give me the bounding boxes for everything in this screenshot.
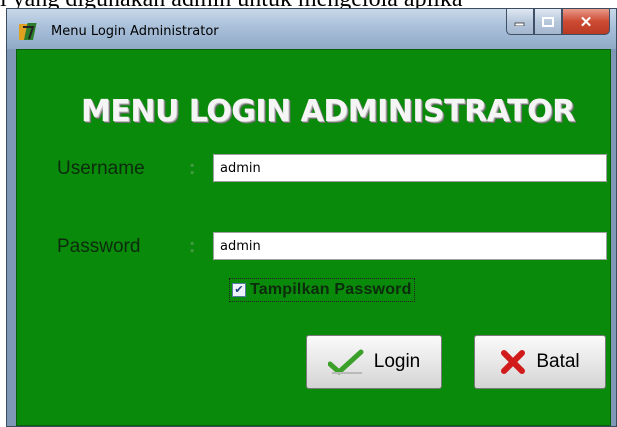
password-input[interactable] bbox=[213, 232, 607, 260]
show-password-label: Tampilkan Password bbox=[250, 281, 412, 298]
close-button[interactable]: ✕ bbox=[562, 9, 610, 35]
cancel-button[interactable]: Batal bbox=[474, 335, 606, 389]
login-button[interactable]: Login bbox=[306, 335, 442, 389]
checkbox-check-icon: ✔ bbox=[232, 283, 246, 297]
title-bar[interactable]: Menu Login Administrator ✕ bbox=[7, 9, 616, 49]
login-button-label: Login bbox=[373, 351, 421, 372]
x-icon bbox=[501, 350, 526, 374]
cancel-button-label: Batal bbox=[536, 351, 580, 372]
maximize-button[interactable] bbox=[534, 9, 562, 35]
form-heading: MENU LOGIN ADMINISTRATOR bbox=[81, 94, 575, 129]
minimize-button[interactable] bbox=[506, 9, 534, 35]
window-title: Menu Login Administrator bbox=[51, 24, 219, 39]
password-colon: : bbox=[189, 236, 196, 257]
show-password-checkbox[interactable]: ✔ Tampilkan Password bbox=[229, 278, 415, 302]
checkmark-icon bbox=[327, 349, 364, 375]
username-label: Username bbox=[57, 158, 145, 179]
maximize-icon bbox=[542, 16, 554, 27]
close-icon: ✕ bbox=[579, 13, 593, 31]
login-form: MENU LOGIN ADMINISTRATOR Username : Pass… bbox=[16, 49, 611, 426]
login-window: Menu Login Administrator ✕ MENU LOGIN AD… bbox=[6, 8, 617, 427]
username-colon: : bbox=[189, 158, 196, 179]
app-icon bbox=[15, 21, 41, 43]
username-input[interactable] bbox=[213, 154, 607, 182]
password-label: Password bbox=[57, 236, 141, 257]
minimize-icon bbox=[514, 22, 525, 26]
